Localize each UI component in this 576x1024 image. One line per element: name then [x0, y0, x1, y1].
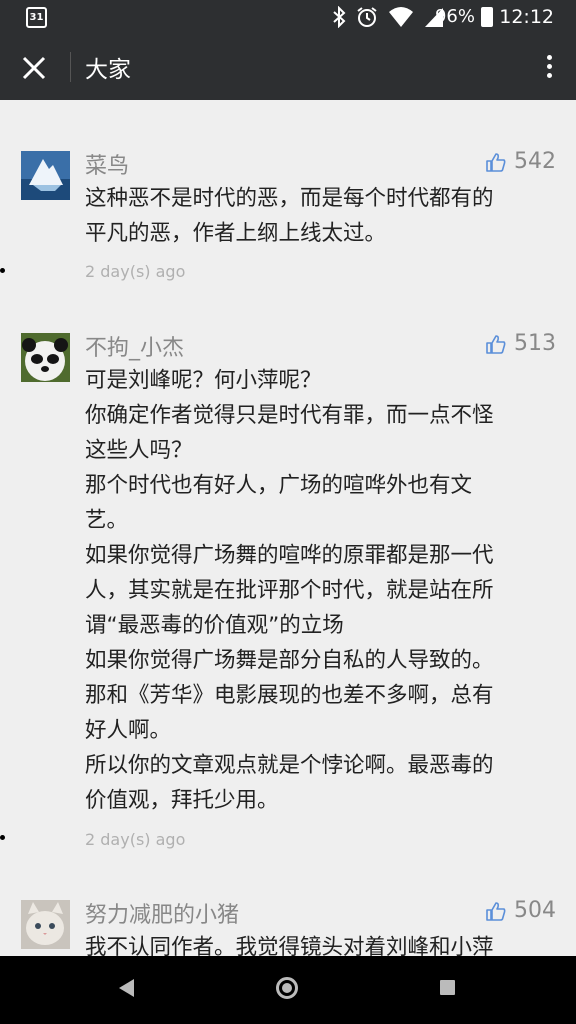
comment-line: 那个时代也有好人，广场的喧哗外也有文 — [85, 473, 473, 498]
close-icon[interactable] — [18, 52, 50, 84]
like-count: 542 — [514, 149, 556, 174]
like-button[interactable]: 504 — [486, 898, 556, 923]
comment-line: 好人啊。 — [85, 718, 172, 743]
indicator-dot — [0, 268, 5, 273]
calendar-icon: 31 — [26, 7, 47, 28]
comment-time: 2 day(s) ago — [85, 262, 186, 281]
comment-line: 人，其实就是在批评那个时代，就是站在所 — [85, 578, 494, 603]
status-bar: 31 96% 12:12 — [0, 0, 576, 34]
comment-line: 价值观，拜托少用。 — [85, 788, 279, 813]
comment-line: 你确定作者觉得只是时代有罪，而一点不怪 — [85, 403, 494, 428]
battery-icon — [481, 7, 493, 27]
like-count: 513 — [514, 331, 556, 356]
bluetooth-icon — [333, 6, 346, 28]
comment-line: 这种恶不是时代的恶，而是每个时代都有的 — [85, 186, 494, 211]
comment-author[interactable]: 不拘_小杰 — [85, 330, 184, 362]
battery-percent: 96% — [434, 6, 475, 27]
comment-line: 平凡的恶，作者上纲上线太过。 — [85, 221, 387, 246]
more-vertical-icon[interactable] — [544, 52, 554, 84]
like-button[interactable]: 513 — [486, 331, 556, 356]
home-icon[interactable] — [276, 977, 298, 999]
comment-line: 可是刘峰呢？何小萍呢？ — [85, 368, 322, 393]
recent-apps-icon[interactable] — [440, 980, 455, 995]
back-icon[interactable] — [119, 979, 134, 997]
system-nav-bar — [0, 956, 576, 1024]
like-count: 504 — [514, 898, 556, 923]
clock: 12:12 — [499, 6, 554, 28]
comment-author[interactable]: 菜鸟 — [85, 148, 129, 180]
avatar[interactable] — [21, 900, 70, 949]
comment-line: 艺。 — [85, 508, 129, 533]
comment-body: 这种恶不是时代的恶，而是每个时代都有的 平凡的恶，作者上纲上线太过。 — [85, 181, 545, 251]
page-title: 大家 — [85, 57, 131, 83]
avatar[interactable] — [21, 333, 70, 382]
like-button[interactable]: 542 — [486, 149, 556, 174]
header-divider — [70, 52, 71, 82]
comment-line: 如果你觉得广场舞的喧哗的原罪都是那一代 — [85, 543, 494, 568]
comment-line: 我不认同作者。我觉得镜头对着刘峰和小萍 — [85, 935, 494, 956]
app-header: 大家 — [0, 34, 576, 100]
comment-line: 所以你的文章观点就是个悖论啊。最恶毒的 — [85, 753, 494, 778]
thumbs-up-icon — [486, 901, 506, 921]
thumbs-up-icon — [486, 152, 506, 172]
comment-line: 谓“最恶毒的价值观”的立场 — [85, 613, 344, 638]
wifi-icon — [389, 7, 413, 27]
alarm-icon — [357, 7, 377, 27]
comment-author[interactable]: 努力减肥的小猪 — [85, 897, 239, 929]
avatar[interactable] — [21, 151, 70, 200]
thumbs-up-icon — [486, 334, 506, 354]
comment-body: 我不认同作者。我觉得镜头对着刘峰和小萍 — [85, 930, 545, 956]
comment-line: 那和《芳华》电影展现的也差不多啊，总有 — [85, 683, 494, 708]
comment-time: 2 day(s) ago — [85, 830, 186, 849]
indicator-dot — [0, 835, 5, 840]
comment-body: 可是刘峰呢？何小萍呢？ 你确定作者觉得只是时代有罪，而一点不怪 这些人吗？ 那个… — [85, 363, 545, 818]
comment-line: 这些人吗？ — [85, 438, 193, 463]
comment-feed[interactable]: 菜鸟 542 这种恶不是时代的恶，而是每个时代都有的 平凡的恶，作者上纲上线太过… — [0, 100, 576, 956]
comment-line: 如果你觉得广场舞是部分自私的人导致的。 — [85, 648, 494, 673]
